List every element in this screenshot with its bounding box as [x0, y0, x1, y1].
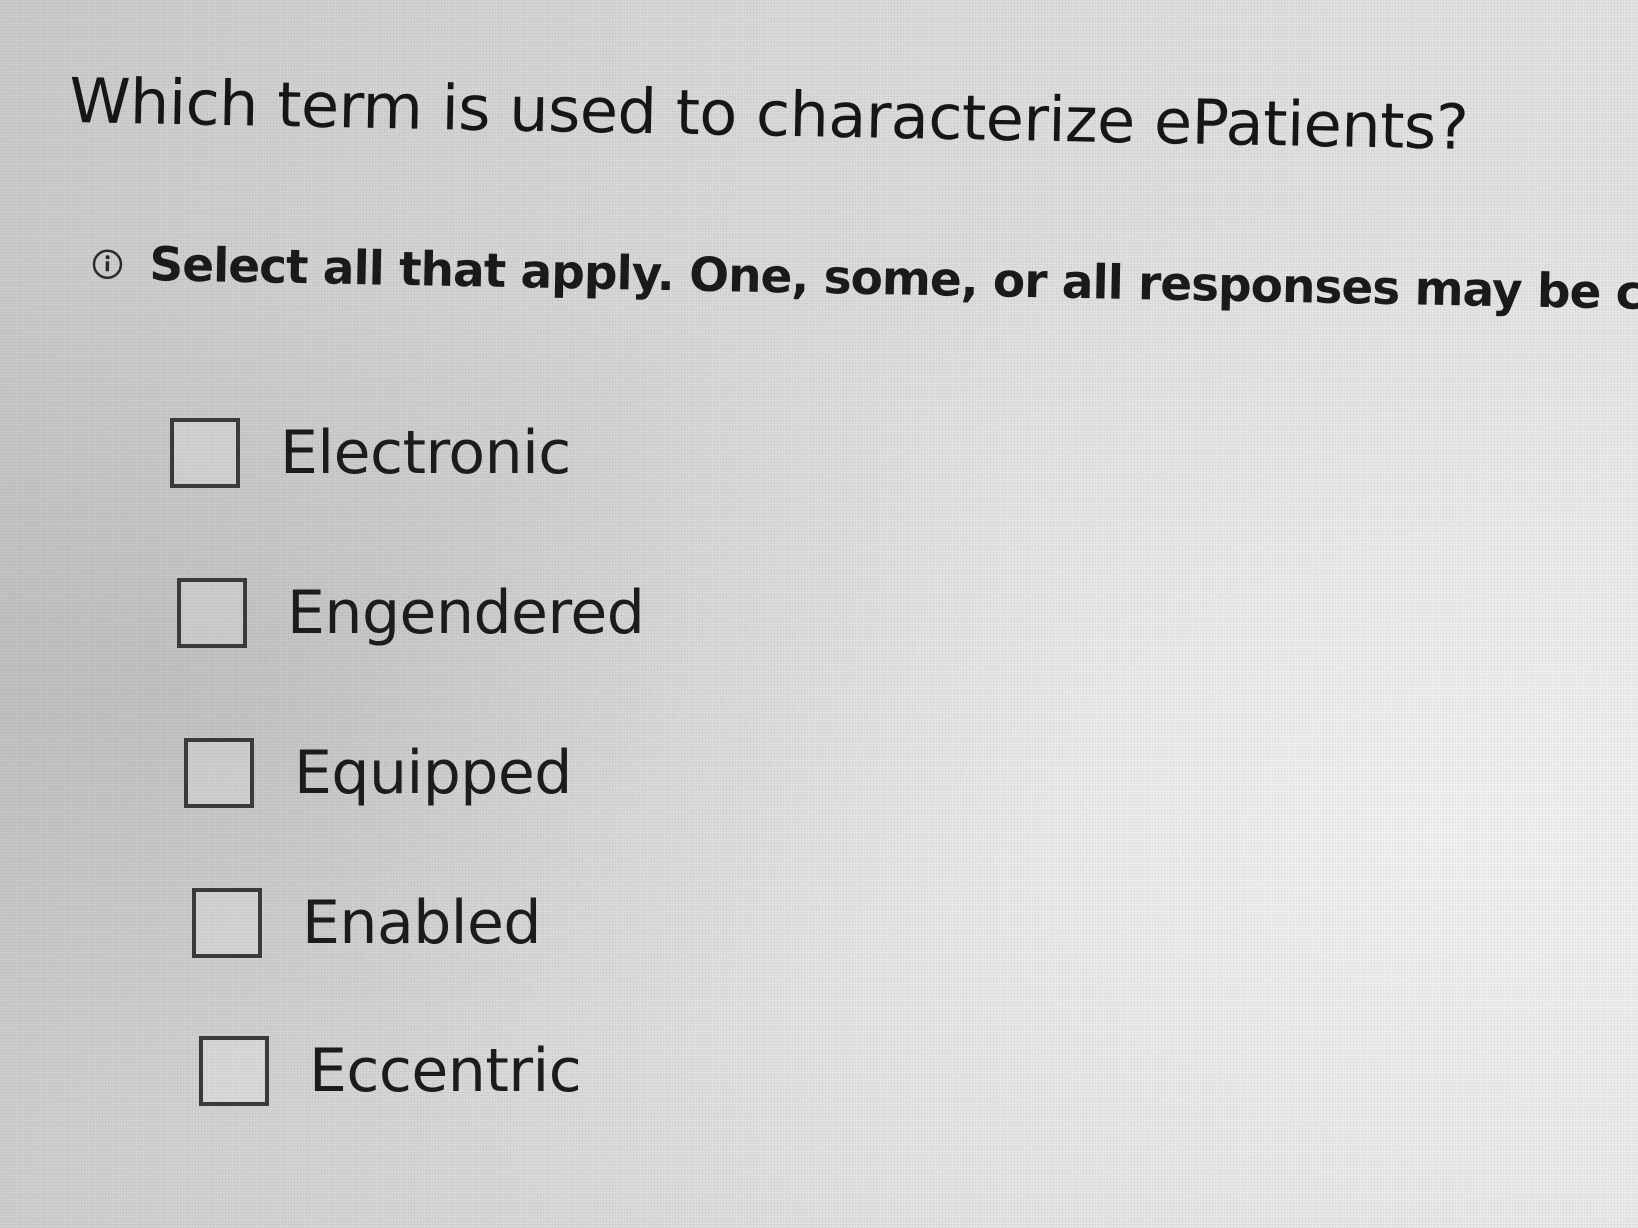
checkbox[interactable]: [170, 418, 240, 488]
option-label[interactable]: Electronic: [280, 418, 571, 488]
option-label[interactable]: Enabled: [302, 888, 541, 958]
option-enabled[interactable]: Enabled: [192, 888, 541, 958]
checkbox[interactable]: [199, 1036, 269, 1106]
option-label[interactable]: Engendered: [287, 578, 645, 648]
instruction-text: Select all that apply. One, some, or all…: [148, 237, 1638, 325]
checkbox[interactable]: [177, 578, 247, 648]
instruction: Select all that apply. One, some, or all…: [91, 236, 1638, 324]
option-engendered[interactable]: Engendered: [177, 578, 645, 648]
checkbox[interactable]: [184, 738, 254, 808]
option-equipped[interactable]: Equipped: [184, 738, 572, 808]
option-eccentric[interactable]: Eccentric: [199, 1036, 582, 1106]
info-icon: [91, 247, 124, 280]
checkbox[interactable]: [192, 888, 262, 958]
question-title: Which term is used to characterize ePati…: [68, 63, 1469, 164]
option-electronic[interactable]: Electronic: [170, 418, 571, 488]
option-label[interactable]: Eccentric: [309, 1036, 582, 1106]
option-label[interactable]: Equipped: [294, 738, 572, 808]
